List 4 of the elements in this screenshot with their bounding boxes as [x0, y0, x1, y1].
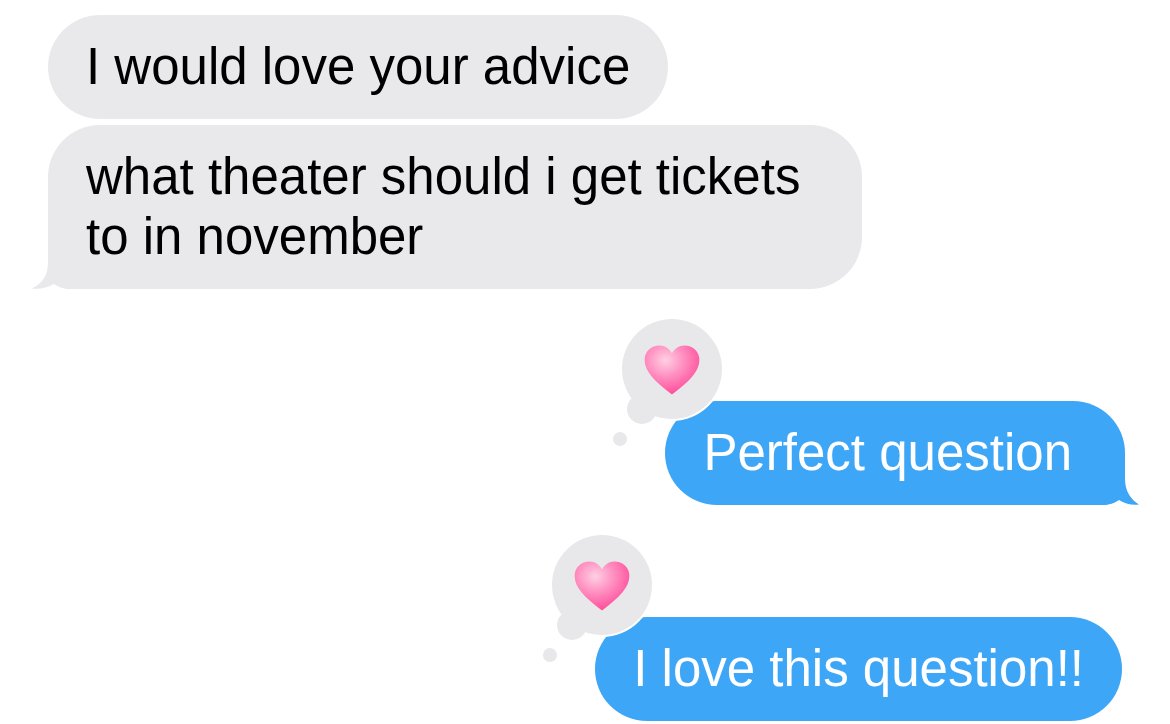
message-text: what theater should i get tickets to in november: [86, 147, 802, 267]
message-text: I would love your advice: [86, 37, 631, 97]
message-text: Perfect question: [703, 423, 1072, 483]
message-text: I love this question!!: [633, 639, 1084, 699]
